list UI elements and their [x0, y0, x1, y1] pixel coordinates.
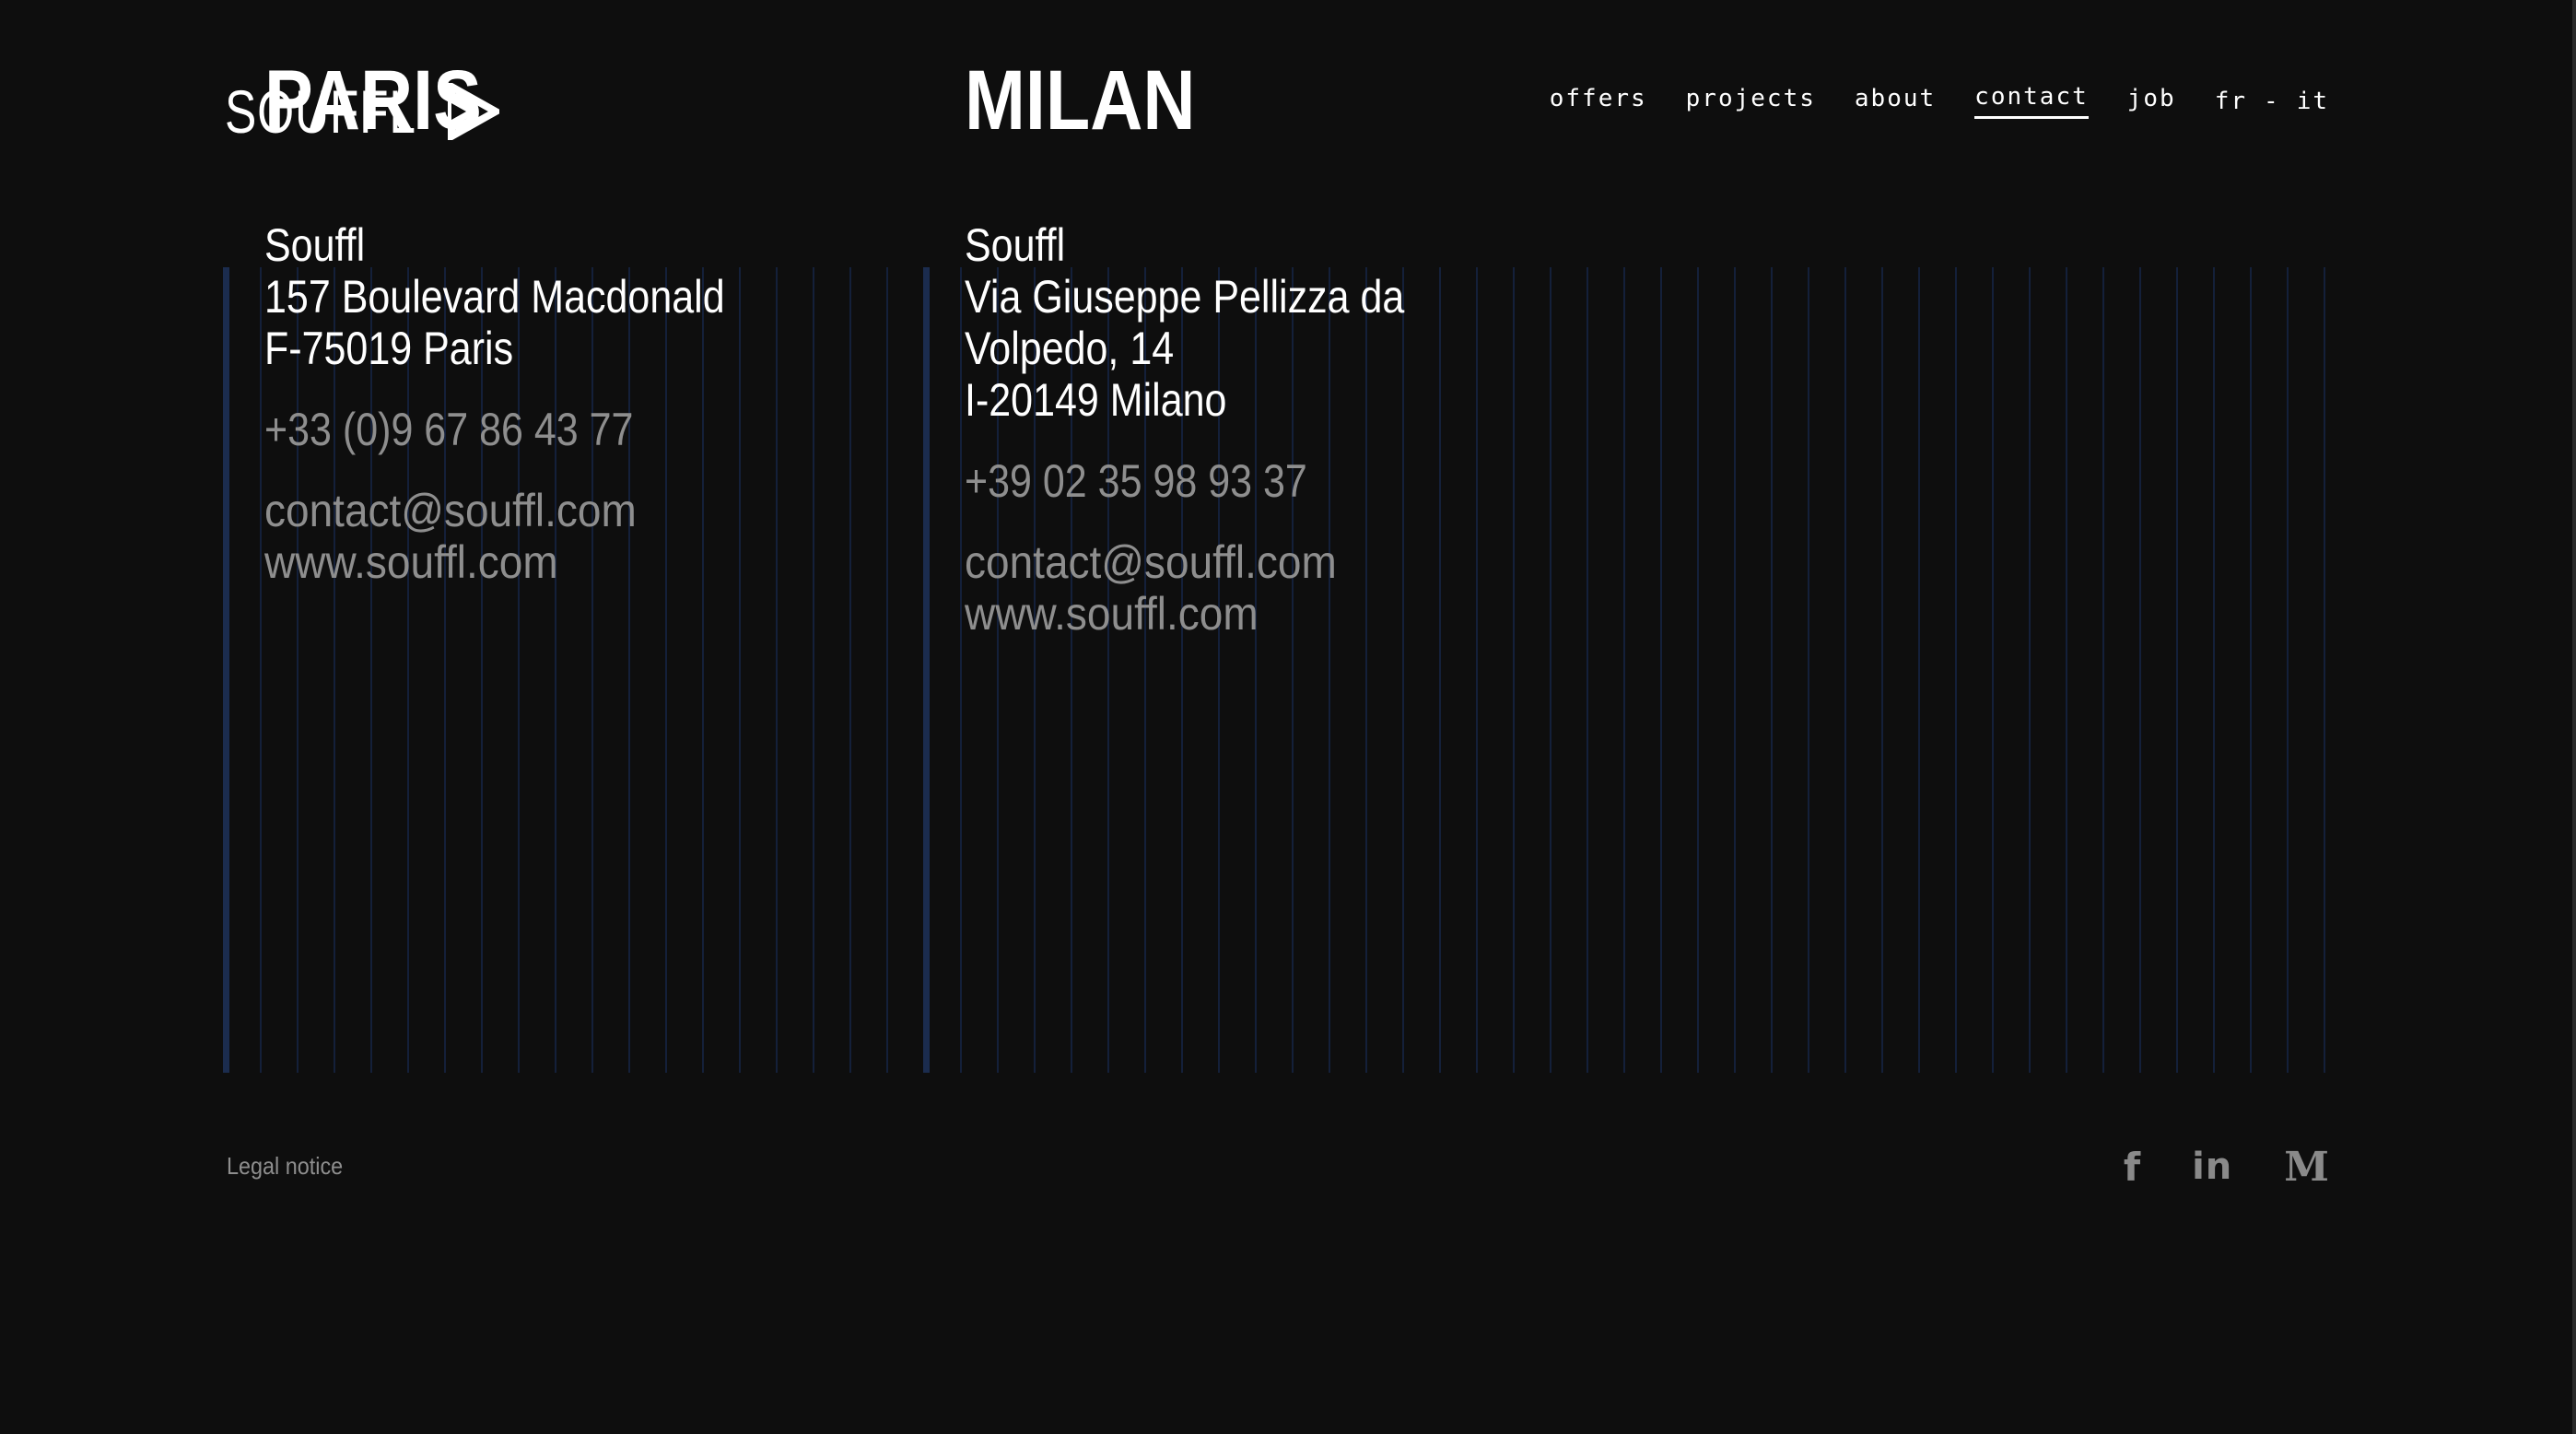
linkedin-icon[interactable]: in [2192, 1146, 2232, 1188]
legal-notice-link[interactable]: Legal notice [227, 1152, 343, 1181]
email-link[interactable]: contact@souffl.com [965, 536, 1435, 588]
company-name: Souffl [965, 219, 1066, 271]
address-line: I-20149 Milano [965, 374, 1227, 426]
scrollbar[interactable] [2572, 0, 2576, 1434]
nav-about[interactable]: about [1855, 85, 1936, 118]
address-line: F-75019 Paris [264, 323, 514, 374]
phone-link[interactable]: +39 02 35 98 93 37 [965, 455, 1404, 507]
address-line: Via Giuseppe Pellizza da [965, 271, 1405, 323]
paris-accent-rule [223, 267, 229, 1073]
website-link[interactable]: www.souffl.com [965, 588, 1435, 640]
website-link[interactable]: www.souffl.com [264, 536, 756, 588]
contact-links: contact@souffl.com www.souffl.com [264, 485, 800, 588]
office-milan: MILAN Souffl Via Giuseppe Pellizza da Vo… [965, 50, 1476, 640]
nav-job[interactable]: job [2127, 85, 2176, 118]
phone-link[interactable]: +33 (0)9 67 86 43 77 [264, 404, 725, 455]
milan-accent-rule [923, 267, 930, 1073]
city-heading: MILAN [965, 53, 1196, 147]
lang-fr[interactable]: fr [2215, 88, 2247, 115]
main-nav: offers projects about contact job fr - i… [1511, 83, 2329, 119]
nav-projects[interactable]: projects [1686, 85, 1816, 118]
facebook-icon[interactable]: f [2124, 1145, 2140, 1190]
lang-it[interactable]: it [2297, 88, 2329, 115]
nav-contact[interactable]: contact [1974, 83, 2089, 119]
address-line: Volpedo, 14 [965, 323, 1175, 374]
address-line: 157 Boulevard Macdonald [264, 271, 725, 323]
nav-offers[interactable]: offers [1550, 85, 1647, 118]
contact-links: contact@souffl.com www.souffl.com [965, 536, 1476, 640]
medium-icon[interactable]: M [2284, 1144, 2329, 1191]
office-paris: PARIS Souffl 157 Boulevard Macdonald F-7… [264, 50, 800, 588]
social-links: f in M [2072, 1144, 2329, 1191]
language-switcher: fr - it [2215, 88, 2329, 115]
lang-separator: - [2264, 87, 2280, 115]
email-link[interactable]: contact@souffl.com [264, 485, 756, 536]
city-heading: PARIS [264, 53, 482, 147]
company-name: Souffl [264, 219, 366, 271]
